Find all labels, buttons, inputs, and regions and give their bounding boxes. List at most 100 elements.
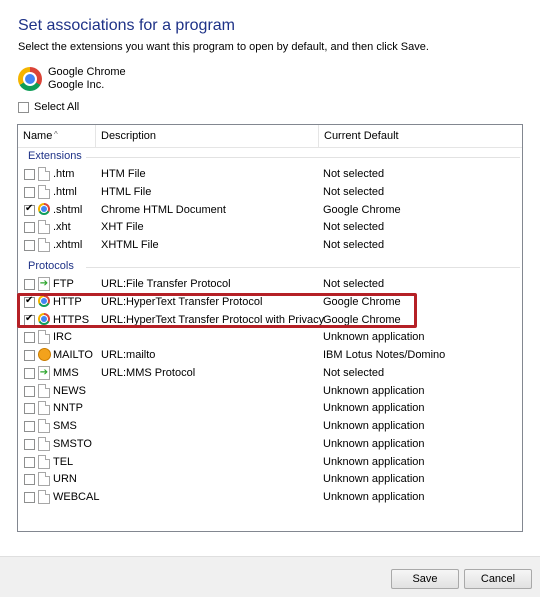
group-label: Extensions (28, 150, 82, 162)
row-current-default: Unknown application (323, 491, 425, 503)
row-name: MMS (53, 366, 79, 379)
row-checkbox[interactable] (24, 474, 35, 486)
list-item[interactable]: IRC Unknown application (22, 329, 522, 346)
group-protocols: Protocols (28, 260, 520, 274)
row-checkbox[interactable] (24, 456, 35, 468)
row-current-default: Not selected (323, 278, 385, 290)
row-current-default: Unknown application (323, 331, 425, 344)
file-icon (38, 454, 50, 469)
row-current-default: Google Chrome (323, 203, 401, 216)
row-checkbox[interactable] (24, 279, 35, 290)
row-current-default: Not selected (323, 168, 385, 180)
file-icon (38, 436, 50, 451)
row-description: XHT File (101, 221, 144, 234)
program-name: Google Chrome (48, 66, 126, 78)
row-name: .html (53, 185, 77, 198)
row-checkbox[interactable] (24, 169, 35, 180)
save-button[interactable]: Save (391, 569, 459, 589)
file-icon (38, 330, 50, 345)
program-info: Google Chrome Google Inc. (18, 64, 126, 94)
select-all[interactable]: Select All (18, 101, 79, 113)
list-item[interactable]: TEL Unknown application (22, 454, 522, 471)
row-name: URN (53, 473, 77, 486)
row-current-default: IBM Lotus Notes/Domino (323, 349, 446, 361)
list-item[interactable]: URN Unknown application (22, 471, 522, 488)
row-name: TEL (53, 455, 74, 468)
highlight-box (17, 293, 417, 328)
row-name: MAILTO (53, 349, 93, 361)
list-item[interactable]: WEBCAL Unknown application (22, 489, 522, 506)
row-checkbox[interactable] (24, 240, 35, 251)
list-item[interactable]: ➔ FTP URL:File Transfer Protocol Not select… (22, 276, 522, 293)
row-checkbox[interactable] (24, 367, 35, 379)
column-name-label: Name (23, 130, 53, 142)
row-current-default: Unknown application (323, 473, 425, 486)
file-icon (38, 472, 50, 487)
row-name: .xhtml (53, 239, 83, 251)
row-current-default: Not selected (323, 366, 385, 379)
arrow-icon: ➔ (38, 365, 50, 380)
row-checkbox[interactable] (24, 332, 35, 344)
row-description: Chrome HTML Document (101, 203, 226, 216)
row-current-default: Unknown application (323, 384, 425, 397)
arrow-icon: ➔ (38, 277, 50, 291)
column-header-name[interactable]: Name ^ (18, 125, 93, 147)
row-name: IRC (53, 331, 72, 344)
row-checkbox[interactable] (24, 186, 35, 198)
file-icon (38, 167, 50, 181)
column-header-current-default[interactable]: Current Default (318, 125, 522, 147)
chrome-icon (38, 202, 50, 215)
row-name: FTP (53, 278, 74, 290)
dialog-footer: Save Cancel (0, 556, 540, 597)
file-icon (38, 220, 50, 235)
list-item[interactable]: .html HTML File Not selected (22, 184, 522, 201)
row-description: XHTML File (101, 239, 159, 251)
group-extensions: Extensions (28, 150, 520, 164)
row-checkbox[interactable] (24, 403, 35, 415)
list-item[interactable]: .shtml Chrome HTML Document Google Chrome (22, 202, 522, 219)
row-checkbox[interactable] (24, 385, 35, 397)
list-item[interactable]: NEWS Unknown application (22, 383, 522, 400)
row-checkbox[interactable] (24, 350, 35, 361)
column-header-description[interactable]: Description (95, 125, 318, 147)
list-item[interactable]: .xht XHT File Not selected (22, 219, 522, 236)
group-label: Protocols (28, 260, 74, 272)
row-name: NNTP (53, 402, 83, 415)
row-checkbox[interactable] (24, 492, 35, 503)
row-name: NEWS (53, 384, 86, 397)
row-current-default: Not selected (323, 239, 385, 251)
list-item[interactable]: SMS Unknown application (22, 418, 522, 435)
associations-list[interactable]: Name ^ Description Current Default Exten… (17, 124, 523, 532)
list-item[interactable]: ➔ MMS URL:MMS Protocol Not selected (22, 365, 522, 382)
select-all-label: Select All (34, 101, 80, 113)
dialog-subtitle: Select the extensions you want this prog… (18, 41, 429, 53)
row-checkbox[interactable] (24, 203, 35, 216)
row-name: .shtml (53, 203, 83, 216)
list-item[interactable]: .xhtml XHTML File Not selected (22, 237, 522, 254)
row-name: WEBCAL (53, 491, 100, 503)
row-current-default: Unknown application (323, 420, 425, 432)
row-checkbox[interactable] (24, 421, 35, 432)
chrome-icon (18, 67, 42, 91)
row-description: URL:mailto (101, 349, 156, 361)
row-name: SMS (53, 420, 77, 432)
row-name: .htm (53, 168, 75, 180)
row-checkbox[interactable] (24, 438, 35, 450)
list-item[interactable]: MAILTO URL:mailto IBM Lotus Notes/Domino (22, 347, 522, 364)
row-checkbox[interactable] (24, 222, 35, 234)
dialog-title: Set associations for a program (18, 17, 235, 34)
list-item[interactable]: NNTP Unknown application (22, 400, 522, 417)
row-current-default: Unknown application (323, 437, 425, 450)
row-description: URL:MMS Protocol (101, 366, 196, 379)
row-description: URL:File Transfer Protocol (101, 278, 231, 290)
row-description: HTML File (101, 185, 152, 198)
program-publisher: Google Inc. (48, 79, 105, 91)
select-all-checkbox[interactable] (18, 101, 29, 113)
sort-up-icon: ^ (54, 130, 58, 139)
file-icon (38, 490, 50, 504)
cancel-button[interactable]: Cancel (464, 569, 532, 589)
list-header: Name ^ Description Current Default (18, 125, 522, 148)
list-item[interactable]: SMSTO Unknown application (22, 436, 522, 453)
list-item[interactable]: .htm HTM File Not selected (22, 166, 522, 183)
file-icon (38, 383, 50, 398)
